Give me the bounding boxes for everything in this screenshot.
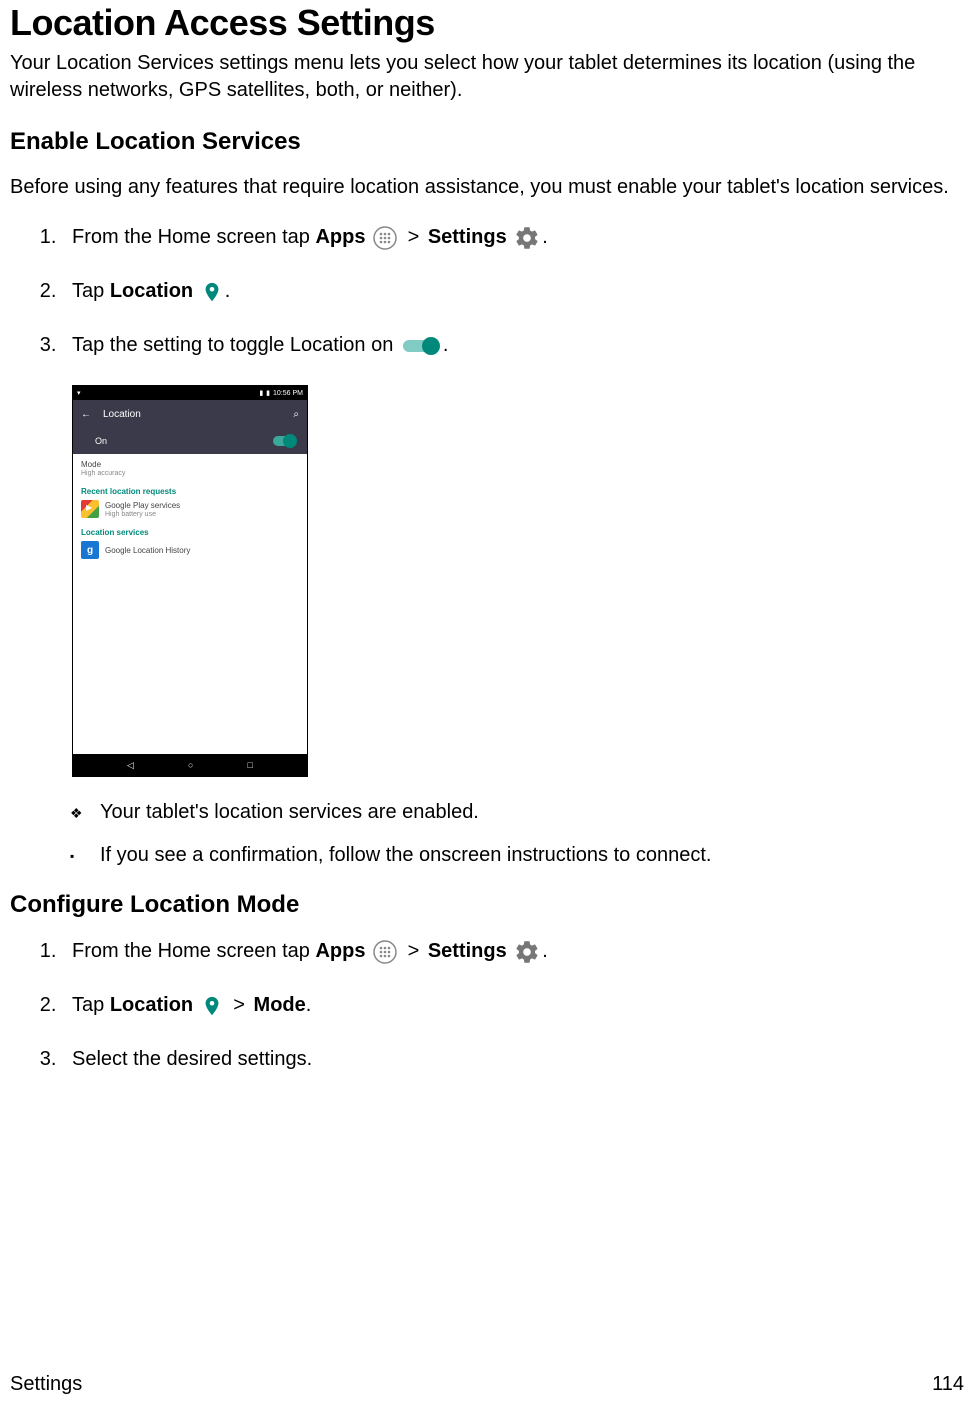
ss-header: ← Location ⌕ [73,400,307,428]
nav-back-icon: ◁ [127,760,134,771]
period: . [542,226,548,248]
ss-search-icon: ⌕ [293,409,299,420]
ss-services-row: g Google Location History [81,541,299,559]
page-footer: Settings 114 [10,1373,964,1396]
toggle-on-icon [401,334,441,358]
ss-on-label: On [95,436,107,446]
s2-step1-pre: From the Home screen tap [72,940,315,962]
step1-settings: Settings [428,226,507,248]
section1-lead: Before using any features that require l… [10,174,964,201]
step-2: Tap Location . [62,277,964,305]
ss-signal-icon: ▮ [259,389,263,397]
gt-sep: > [408,226,420,248]
step3-text: Tap the setting to toggle Location on [72,334,399,356]
nav-recent-icon: □ [248,760,253,770]
diamond-bullet: Your tablet's location services are enab… [70,801,964,824]
ss-title: Location [103,409,281,420]
gt-sep: > [233,994,245,1016]
section2-heading: Configure Location Mode [10,891,964,919]
period: . [443,334,449,356]
apps-icon [373,226,397,250]
ss-battery-icon: ▮ [266,389,270,397]
s2-step1-apps: Apps [315,940,365,962]
intro-text: Your Location Services settings menu let… [10,50,964,104]
ss-navbar: ◁ ○ □ [73,754,307,776]
result-diamond-list: Your tablet's location services are enab… [10,801,964,824]
pin-icon [201,279,223,305]
apps-icon [373,940,397,964]
gear-icon [514,939,540,965]
ss-on-row: On [73,428,307,454]
google-icon: g [81,541,99,559]
nav-home-icon: ○ [188,760,193,770]
ss-recent-item: Google Play services [105,501,180,510]
ss-mode-value: High accuracy [81,470,299,477]
period: . [542,940,548,962]
ss-back-icon: ← [81,409,91,420]
ss-wifi-icon: ▾ [77,389,81,397]
s2-step-1: From the Home screen tap Apps > Settings… [62,937,964,965]
location-screenshot: ▾ ▮ ▮ 10:56 PM ← Location ⌕ On Mode High… [72,385,308,777]
step2-pre: Tap [72,280,110,302]
s2-step-3: Select the desired settings. [62,1045,964,1073]
step-3: Tap the setting to toggle Location on . [62,331,964,359]
play-services-icon [81,500,99,518]
page-title: Location Access Settings [10,2,964,44]
s2-step-2: Tap Location > Mode. [62,991,964,1019]
gt-sep: > [408,940,420,962]
ss-status-bar: ▾ ▮ ▮ 10:56 PM [73,386,307,400]
ss-recent-heading: Recent location requests [81,487,299,496]
ss-services-heading: Location services [81,528,299,537]
step1-apps: Apps [315,226,365,248]
section2-steps: From the Home screen tap Apps > Settings… [10,937,964,1073]
step2-loc: Location [110,280,193,302]
s2-step2-mode: Mode [254,994,306,1016]
ss-time: 10:56 PM [273,390,303,397]
footer-section: Settings [10,1373,82,1396]
ss-toggle [273,436,295,446]
footer-page: 114 [932,1373,964,1396]
result-square-list: If you see a confirmation, follow the on… [10,844,964,867]
section1-heading: Enable Location Services [10,128,964,156]
period: . [225,280,231,302]
s2-step1-settings: Settings [428,940,507,962]
pin-icon [201,993,223,1019]
ss-recent-sub: High battery use [105,511,180,518]
step-1: From the Home screen tap Apps > Settings… [62,223,964,251]
square-bullet: If you see a confirmation, follow the on… [70,844,964,867]
step1-pre: From the Home screen tap [72,226,315,248]
period: . [306,994,312,1016]
s2-step2-pre: Tap [72,994,110,1016]
gear-icon [514,225,540,251]
ss-recent-row: Google Play services High battery use [81,500,299,518]
ss-mode-label: Mode [81,460,299,469]
ss-services-item: Google Location History [105,546,190,555]
section1-steps: From the Home screen tap Apps > Settings… [10,223,964,359]
s2-step2-loc: Location [110,994,193,1016]
